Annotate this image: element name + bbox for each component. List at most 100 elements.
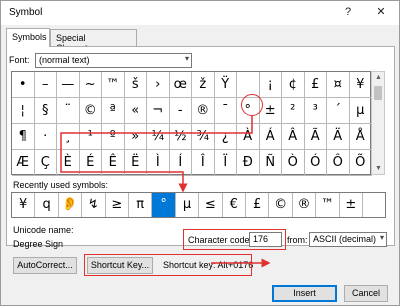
help-button[interactable]: ? [340,4,356,20]
symbol-cell[interactable]: › [147,72,170,98]
symbol-cell[interactable]: À [237,124,260,150]
recently-used-symbols: ¥ q 👂 ↯ ≥ π ° µ ≤ € £ © ® ™ ± [11,192,386,218]
symbol-cell[interactable]: Ñ [259,150,282,176]
symbol-cell[interactable]: ¤ [327,72,350,98]
symbol-cell[interactable]: Î [192,150,215,176]
autocorrect-button[interactable]: AutoCorrect... [13,257,77,274]
scrollbar-thumb[interactable] [374,86,382,100]
shortcut-key-highlight [84,254,252,276]
symbol-cell[interactable]: š [124,72,147,98]
recent-symbol-cell[interactable]: π [129,193,153,217]
recent-symbol-cell[interactable]: ↯ [82,193,106,217]
symbol-cell[interactable]: — [57,72,80,98]
symbol-cell[interactable]: ´ [327,98,350,124]
symbol-cell[interactable]: « [124,98,147,124]
close-button[interactable]: ✕ [373,4,389,20]
symbol-cell[interactable]: ~ [79,72,102,98]
symbol-cell[interactable]: ™ [102,72,125,98]
from-dropdown[interactable]: ASCII (decimal) ▾ [309,232,387,247]
symbol-cell[interactable]: ¾ [192,124,215,150]
symbol-cell[interactable]: ¶ [12,124,35,150]
symbol-cell[interactable]: Â [282,124,305,150]
symbol-cell[interactable]: Õ [349,150,372,176]
recent-symbol-cell[interactable]: £ [246,193,270,217]
symbol-cell[interactable]: ª [102,98,125,124]
symbol-cell[interactable]: ž [192,72,215,98]
symbol-cell[interactable]: Ì [147,150,170,176]
symbol-cell[interactable]: ¯ [214,98,237,124]
symbol-cell[interactable]: Ô [327,150,350,176]
symbol-cell[interactable]: ± [259,98,282,124]
from-label: from: [287,235,308,245]
recent-symbol-cell[interactable]: ® [293,193,317,217]
symbol-dialog: Symbol ? ✕ Symbols Special Characters Fo… [0,0,400,306]
symbol-cell[interactable]: ¬ [147,98,170,124]
symbol-cell[interactable]: • [12,72,35,98]
symbol-cell[interactable]: Ã [304,124,327,150]
symbol-cell[interactable]: É [79,150,102,176]
symbol-cell[interactable]: Æ [12,150,35,176]
recent-symbol-cell[interactable]: ≤ [199,193,223,217]
symbol-cell[interactable]: œ [169,72,192,98]
recently-used-label: Recently used symbols: [13,180,109,190]
symbol-cell[interactable]: Ÿ [214,72,237,98]
symbol-cell[interactable]: Ð [237,150,260,176]
symbol-cell[interactable]: Ê [102,150,125,176]
symbol-cell[interactable]: Ó [304,150,327,176]
symbol-cell[interactable]: Ò [282,150,305,176]
tab-special-characters[interactable]: Special Characters [50,29,137,53]
recent-symbol-cell[interactable]: ¥ [12,193,36,217]
unicode-name-label: Unicode name: [13,225,74,235]
recent-symbol-cell[interactable]: ™ [316,193,340,217]
character-code-highlight [183,229,286,250]
symbol-cell[interactable]: § [34,98,57,124]
symbol-cell[interactable]: » [124,124,147,150]
symbol-cell[interactable]: ¡ [259,72,282,98]
symbol-cell[interactable]: Ç [34,150,57,176]
symbol-cell[interactable]: ¨ [57,98,80,124]
recent-symbol-cell[interactable]: © [269,193,293,217]
symbol-cell[interactable]: ¿ [214,124,237,150]
symbol-cell[interactable]: ¦ [12,98,35,124]
symbol-cell[interactable]: - [169,98,192,124]
symbol-cell[interactable]: © [79,98,102,124]
recent-symbol-cell[interactable]: € [223,193,246,217]
symbol-cell[interactable]: £ [304,72,327,98]
scroll-up-icon[interactable]: ▲ [374,74,383,81]
recent-symbol-cell[interactable]: µ [176,193,200,217]
symbol-cell[interactable]: ² [282,98,305,124]
symbol-cell[interactable]: ½ [169,124,192,150]
font-dropdown[interactable]: (normal text) ▾ [35,53,192,68]
symbol-cell[interactable]: ¼ [147,124,170,150]
symbol-cell[interactable]: Å [349,124,372,150]
recent-symbol-cell[interactable]: 👂 [59,193,83,217]
recent-symbol-cell[interactable]: q [35,193,59,217]
symbol-cell[interactable]: Ë [124,150,147,176]
symbol-cell[interactable]: ¥ [349,72,372,98]
recent-symbol-cell[interactable]: ± [340,193,363,217]
title-bar: Symbol ? ✕ [1,1,399,25]
symbol-cell[interactable]: Í [169,150,192,176]
symbol-cell[interactable]: ³ [304,98,327,124]
symbol-cell[interactable]: ¸ [57,124,80,150]
symbol-cell[interactable]: · [34,124,57,150]
recent-symbol-cell[interactable]: ° [152,193,176,217]
from-dropdown-value: ASCII (decimal) [313,234,377,244]
insert-button[interactable]: Insert [272,285,337,302]
symbol-cell[interactable]: ® [192,98,215,124]
symbol-cell[interactable]: È [57,150,80,176]
cancel-button[interactable]: Cancel [344,285,388,302]
symbol-cell[interactable]: Ä [327,124,350,150]
symbol-cell[interactable]: Ï [214,150,237,176]
font-dropdown-value: (normal text) [39,55,90,65]
tab-symbols[interactable]: Symbols [6,28,50,47]
symbol-grid-scrollbar[interactable]: ▲ ▼ [371,71,385,175]
recent-symbol-cell[interactable]: ≥ [106,193,129,217]
symbol-cell[interactable]: µ [349,98,372,124]
symbol-cell[interactable]: ¹ [79,124,102,150]
symbol-cell[interactable]: ¢ [282,72,305,98]
symbol-cell[interactable]: – [34,72,57,98]
scroll-down-icon[interactable]: ▼ [374,165,383,172]
symbol-cell[interactable]: º [102,124,125,150]
symbol-cell[interactable]: Á [259,124,282,150]
